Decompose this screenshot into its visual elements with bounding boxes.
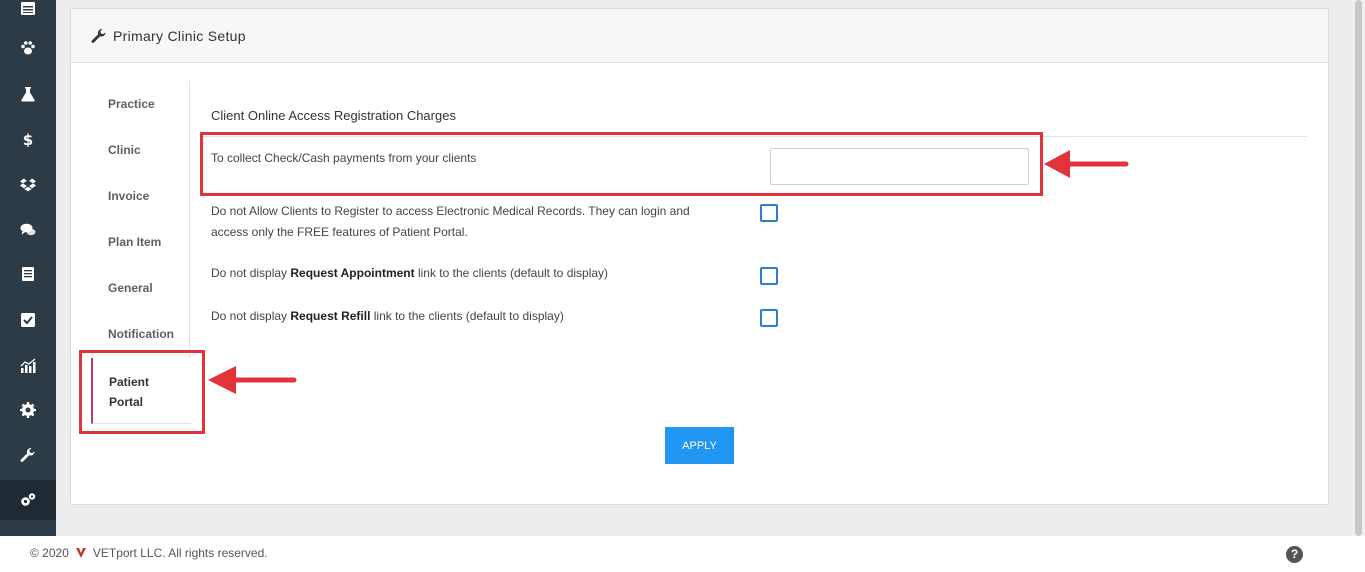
tab-general[interactable]: General bbox=[108, 281, 153, 295]
dropbox-icon[interactable] bbox=[0, 165, 56, 205]
wrench-icon bbox=[91, 28, 106, 43]
scrollbar[interactable] bbox=[1352, 0, 1365, 536]
checkbox-icon[interactable] bbox=[0, 300, 56, 340]
request-refill-checkbox[interactable] bbox=[760, 309, 778, 327]
svg-text:$: $ bbox=[23, 131, 33, 147]
panel-header: Primary Clinic Setup bbox=[71, 9, 1328, 63]
ledger-icon[interactable] bbox=[0, 254, 56, 294]
tab-plan-item[interactable]: Plan Item bbox=[108, 235, 161, 249]
cogs-icon[interactable] bbox=[0, 480, 56, 520]
footer: © 2020 VETport LLC. All rights reserved.… bbox=[0, 536, 1365, 572]
annotation-arrow-icon bbox=[208, 366, 297, 394]
request-refill-label: Do not display Request Refill link to th… bbox=[211, 309, 564, 323]
sidebar-rail: $ bbox=[0, 0, 56, 536]
tab-notification[interactable]: Notification bbox=[108, 327, 174, 341]
footer-copyright: © 2020 VETport LLC. All rights reserved. bbox=[30, 546, 268, 560]
paw-icon[interactable] bbox=[0, 28, 56, 68]
settings-tabs: Practice Clinic Invoice Plan Item Genera… bbox=[88, 81, 190, 363]
section-title: Client Online Access Registration Charge… bbox=[211, 108, 456, 123]
tab-clinic[interactable]: Clinic bbox=[108, 143, 141, 157]
wrench-icon[interactable] bbox=[0, 435, 56, 475]
page-title: Primary Clinic Setup bbox=[113, 27, 246, 44]
gear-icon[interactable] bbox=[0, 390, 56, 430]
highlight-box-tab bbox=[79, 350, 205, 434]
apply-button[interactable]: APPLY bbox=[665, 427, 734, 464]
help-icon[interactable]: ? bbox=[1286, 546, 1303, 563]
chat-icon[interactable] bbox=[0, 210, 56, 250]
highlight-box-input bbox=[200, 132, 1043, 196]
dollar-icon[interactable]: $ bbox=[0, 119, 56, 159]
tab-invoice[interactable]: Invoice bbox=[108, 189, 149, 203]
request-appointment-checkbox[interactable] bbox=[760, 267, 778, 285]
scrollbar-thumb[interactable] bbox=[1355, 0, 1362, 536]
vetport-logo-icon bbox=[75, 548, 86, 558]
chart-icon[interactable] bbox=[0, 346, 56, 386]
calendar-icon[interactable] bbox=[0, 0, 56, 28]
request-appointment-label: Do not display Request Appointment link … bbox=[211, 266, 609, 280]
annotation-arrow-icon bbox=[1044, 150, 1129, 178]
no-register-label: Do not Allow Clients to Register to acce… bbox=[211, 204, 690, 239]
no-register-checkbox[interactable] bbox=[760, 204, 778, 222]
flask-icon[interactable] bbox=[0, 74, 56, 114]
tab-practice[interactable]: Practice bbox=[108, 97, 155, 111]
